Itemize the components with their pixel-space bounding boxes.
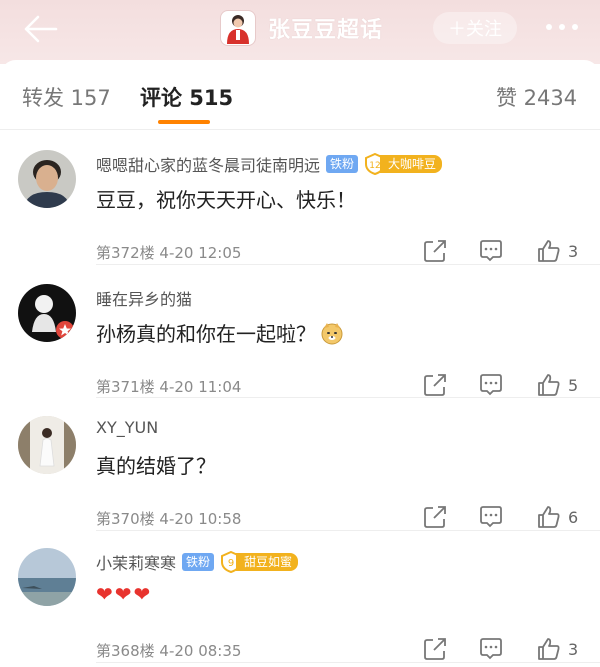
badge-label: 甜豆如蜜: [236, 553, 299, 571]
comment-meta: 第368楼 4-20 08:35: [96, 642, 242, 660]
badge-label: 大咖啡豆: [380, 155, 443, 173]
level-number: 9: [228, 558, 234, 569]
username-row: XY_YUN: [96, 418, 158, 437]
supertopic-title-group[interactable]: 张豆豆超话: [220, 9, 383, 47]
comment-meta: 第370楼 4-20 10:58: [96, 510, 242, 528]
like-button[interactable]: 3: [536, 238, 578, 264]
supertopic-level-badge: 12 大咖啡豆: [364, 153, 443, 175]
reply-icon[interactable]: [478, 504, 504, 530]
reply-icon[interactable]: [478, 636, 504, 662]
iron-fan-badge: 铁粉: [182, 553, 215, 571]
back-arrow-icon[interactable]: [22, 14, 58, 44]
username-row: 睡在异乡的猫: [96, 286, 192, 310]
username[interactable]: 嗯嗯甜心家的蓝冬晨司徒南明远: [96, 152, 320, 176]
tabs-divider: [0, 129, 600, 130]
username-row: 小茉莉寒寒 铁粉 9 甜豆如蜜: [96, 550, 299, 574]
tab-reposts[interactable]: 转发 157: [22, 82, 111, 112]
like-count: 5: [568, 375, 579, 395]
supertopic-avatar: [220, 10, 256, 46]
like-button[interactable]: 3: [536, 636, 578, 662]
share-icon[interactable]: [422, 238, 448, 264]
supertopic-title: 张豆豆超话: [268, 18, 384, 43]
comment-text: 豆豆，祝你天天开心、快乐！: [96, 188, 356, 212]
iron-fan-badge: 铁粉: [326, 155, 359, 173]
comment-divider: [96, 530, 600, 531]
more-options-icon[interactable]: [544, 22, 580, 32]
thumbs-up-icon: [538, 506, 560, 528]
thumbs-up-icon: [538, 374, 560, 396]
avatar[interactable]: [18, 284, 76, 342]
follow-button[interactable]: ＋关注: [433, 12, 517, 44]
reply-icon[interactable]: [478, 238, 504, 264]
comment-divider: [96, 662, 600, 663]
comment-text-row: 孙杨真的和你在一起啦？: [96, 318, 344, 347]
avatar[interactable]: [18, 416, 76, 474]
thumbs-up-icon: [538, 240, 560, 262]
share-icon[interactable]: [422, 636, 448, 662]
comment-meta: 第371楼 4-20 11:04: [96, 378, 242, 396]
like-count: 6: [568, 507, 579, 527]
like-button[interactable]: 6: [536, 504, 578, 530]
username-row: 嗯嗯甜心家的蓝冬晨司徒南明远 铁粉 12 大咖啡豆: [96, 152, 443, 176]
avatar[interactable]: [18, 548, 76, 606]
comment-divider: [96, 264, 600, 265]
comment-divider: [96, 397, 600, 398]
like-button[interactable]: 5: [536, 372, 578, 398]
share-icon[interactable]: [422, 372, 448, 398]
active-tab-indicator: [158, 120, 210, 124]
top-bar: 张豆豆超话 ＋关注: [0, 0, 600, 64]
tab-likes[interactable]: 赞 2434: [496, 82, 577, 112]
username[interactable]: 小茉莉寒寒: [96, 550, 176, 574]
supertopic-level-badge: 9 甜豆如蜜: [220, 551, 299, 573]
reply-icon[interactable]: [478, 372, 504, 398]
comment-text: 孙杨真的和你在一起啦？: [96, 322, 316, 346]
comment-meta: 第372楼 4-20 12:05: [96, 244, 242, 262]
thumbs-up-icon: [538, 638, 560, 660]
like-count: 3: [568, 241, 579, 261]
comment-text: 真的结婚了？: [96, 454, 216, 478]
level-number: 12: [369, 161, 380, 171]
share-icon[interactable]: [422, 504, 448, 530]
username[interactable]: 睡在异乡的猫: [96, 286, 192, 310]
avatar[interactable]: [18, 150, 76, 208]
username[interactable]: XY_YUN: [96, 418, 158, 437]
tab-comments[interactable]: 评论 515: [140, 82, 233, 112]
comment-text: ❤❤❤: [96, 582, 153, 606]
doge-emoji-icon: [321, 322, 343, 344]
like-count: 3: [568, 639, 579, 659]
